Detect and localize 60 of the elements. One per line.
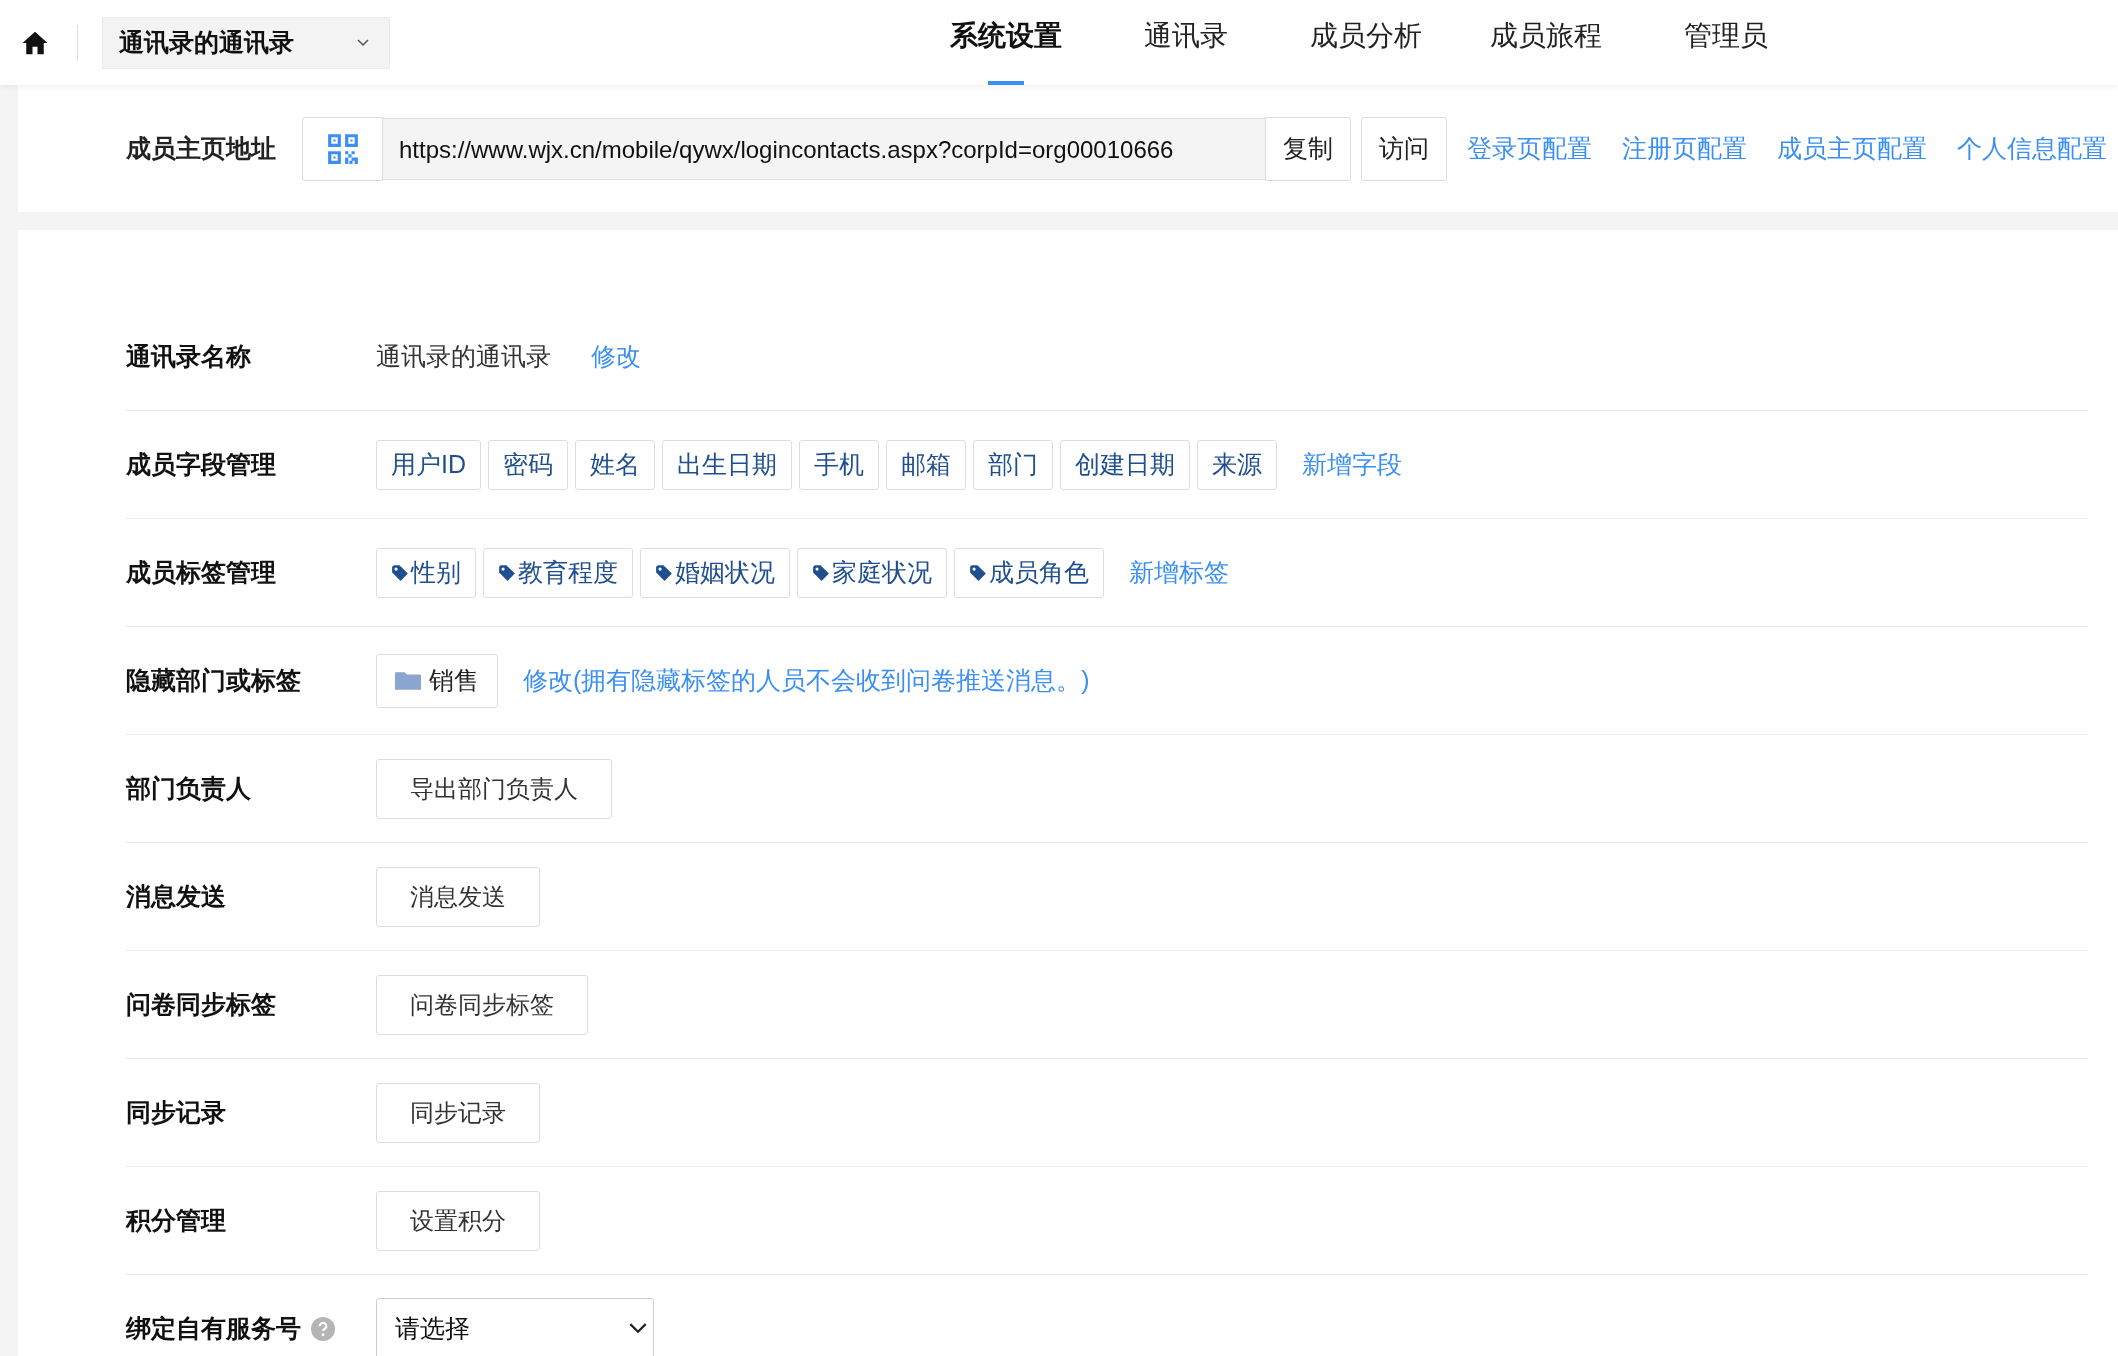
nav-tab[interactable]: 成员旅程 [1456,0,1636,85]
folder-icon [395,670,421,691]
tag-icon [498,563,516,582]
tag-icon [655,563,673,582]
field-chip[interactable]: 密码 [488,439,568,490]
setting-label: 部门负责人 [126,773,251,804]
department-label: 销售 [429,665,479,696]
nav-tab[interactable]: 系统设置 [916,0,1096,85]
tag-label: 教育程度 [518,557,618,588]
contact-book-name: 通讯录的通讯录 [376,341,551,372]
qr-code-icon [325,131,360,166]
setting-label: 消息发送 [126,881,226,912]
qr-code-button[interactable] [302,116,383,181]
tag-chip[interactable]: 教育程度 [483,547,633,598]
tag-chip[interactable]: 成员角色 [954,547,1104,598]
nav-tab[interactable]: 通讯录 [1096,0,1276,85]
tag-chip[interactable]: 婚姻状况 [640,547,790,598]
action-button[interactable]: 同步记录 [376,1082,540,1143]
tag-label: 婚姻状况 [675,557,775,588]
service-account-select[interactable]: 请选择 [376,1297,654,1356]
department-chip[interactable]: 销售 [376,653,498,708]
tag-label: 家庭状况 [832,557,932,588]
field-chip[interactable]: 创建日期 [1060,439,1190,490]
setting-label: 成员标签管理 [126,557,276,588]
nav-tab[interactable]: 成员分析 [1276,0,1456,85]
select-placeholder: 请选择 [395,1313,470,1344]
help-icon[interactable] [311,1316,335,1341]
nav-tab[interactable]: 管理员 [1636,0,1816,85]
tag-icon [391,563,409,582]
action-button[interactable]: 设置积分 [376,1190,540,1251]
field-chip[interactable]: 来源 [1197,439,1277,490]
field-chip[interactable]: 邮箱 [886,439,966,490]
tag-chip[interactable]: 家庭状况 [797,547,947,598]
setting-label: 通讯录名称 [126,341,251,372]
setting-label: 问卷同步标签 [126,989,276,1020]
tag-chip[interactable]: 性别 [376,547,476,598]
action-button[interactable]: 问卷同步标签 [376,974,588,1035]
field-chip[interactable]: 手机 [799,439,879,490]
visit-button[interactable]: 访问 [1361,116,1447,181]
copy-button[interactable]: 复制 [1265,116,1351,181]
field-chip[interactable]: 部门 [973,439,1053,490]
contact-book-dropdown[interactable]: 通讯录的通讯录 [102,16,390,69]
setting-label: 同步记录 [126,1097,226,1128]
field-chip[interactable]: 姓名 [575,439,655,490]
field-label: 成员主页地址 [125,133,277,164]
field-chip[interactable]: 出生日期 [662,439,792,490]
tag-label: 成员角色 [989,557,1089,588]
tag-icon [969,563,987,582]
chevron-down-icon [357,38,369,47]
action-button[interactable]: 导出部门负责人 [376,758,612,819]
tag-label: 性别 [411,557,461,588]
setting-label: 隐藏部门或标签 [126,665,301,696]
action-button[interactable]: 消息发送 [376,866,540,927]
setting-label: 绑定自有服务号 [126,1313,301,1344]
setting-label: 积分管理 [126,1205,226,1236]
field-chip[interactable]: 用户ID [376,439,481,490]
setting-label: 成员字段管理 [126,449,276,480]
url-field[interactable]: https://www.wjx.cn/mobile/qywx/logincontacts.aspx?corpId=org00010666 [383,117,1265,180]
chevron-down-icon [629,1323,647,1334]
tag-icon [812,563,830,582]
